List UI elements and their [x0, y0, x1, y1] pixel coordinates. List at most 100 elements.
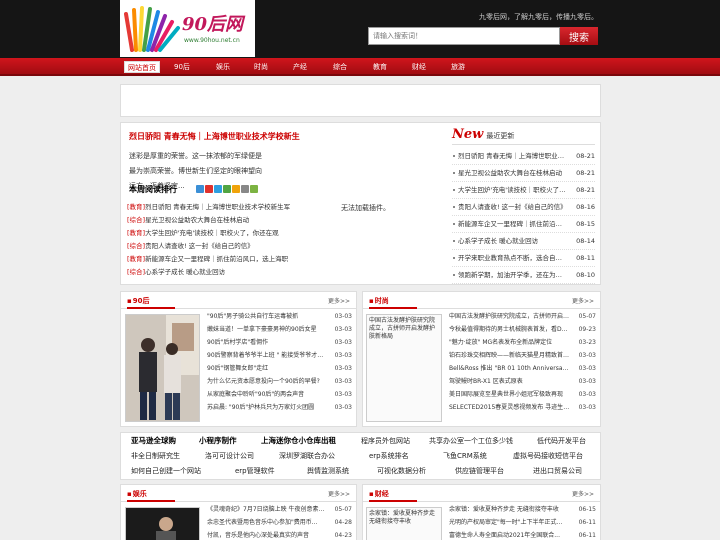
- list-item[interactable]: 烈日骄阳 青春无悔｜上海博世职业技术 08-21: [452, 148, 595, 165]
- plugin-placeholder: 无法加载插件。: [341, 204, 390, 212]
- nav-item-home[interactable]: 网站首页: [124, 61, 160, 73]
- links-row: 非全日制研究生 洛可可设计公司 深圳罗湖联合办公 erp系统排名 飞鱼CRM系统…: [121, 449, 602, 463]
- nav-item-finance[interactable]: 财经: [412, 61, 426, 73]
- link-item[interactable]: 可视化数据分析: [377, 464, 426, 478]
- links-row: 亚马逊全球购 小程序制作 上海迷你仓小仓库出租 程序员外包网站 共享办公室一个工…: [121, 434, 602, 448]
- list-item[interactable]: 《灵魂奇纪》7月7日烧脑上映 牛夜创意素命... 05-07: [207, 503, 352, 516]
- nav-item-education[interactable]: 教育: [373, 61, 387, 73]
- nav-item-general[interactable]: 综合: [333, 61, 347, 73]
- panel-photo[interactable]: [125, 314, 200, 422]
- link-item[interactable]: 小程序制作: [199, 434, 237, 448]
- link-item[interactable]: 洛可可设计公司: [205, 449, 254, 463]
- nav-item-fashion[interactable]: 时尚: [254, 61, 268, 73]
- link-item[interactable]: 非全日制研究生: [131, 449, 180, 463]
- link-item[interactable]: erp系统排名: [369, 449, 409, 463]
- search-form: 搜索: [368, 27, 598, 45]
- link-item[interactable]: 虚拟号码接收短信平台: [513, 449, 583, 463]
- list-item[interactable]: 从家庭聚会中聆听"90后"的两会声音 03-03: [207, 388, 352, 401]
- list-item[interactable]: 苏启晨: "90后"护林兵只为万家灯火团圆 03-03: [207, 401, 352, 414]
- top-section: 烈日骄阳 青春无悔｜上海博世职业技术学校新生 迷彩是厚重的荣誉。这一抹浓郁的军绿…: [120, 122, 601, 285]
- share-kaixin-icon[interactable]: [232, 185, 240, 193]
- list-item[interactable]: 为什么亿元资本愿意投向一个90后的早餐? 03-03: [207, 375, 352, 388]
- share-more-icon[interactable]: [241, 185, 249, 193]
- share-qzone-icon[interactable]: [196, 185, 204, 193]
- link-item[interactable]: 供应链管理平台: [455, 464, 504, 478]
- share-weibo-icon[interactable]: [205, 185, 213, 193]
- panel-photo[interactable]: [125, 507, 200, 540]
- main-nav-bar: 网站首页 90后 娱乐 时尚 产经 综合 教育 财经 旅游: [0, 58, 720, 76]
- rank-item[interactable]: [教育]大学生回炉'充电'读技校｜职校火了，你还在观: [127, 227, 327, 240]
- more-link[interactable]: 更多>>: [572, 296, 594, 305]
- list-item[interactable]: 驾驶鳗时BR-X1 区表式原表 03-03: [449, 375, 596, 388]
- list-item[interactable]: 富德生命人寿全面启动2021年全国联合... 06-11: [449, 529, 596, 540]
- list-item[interactable]: 铂石珍珠交相辉映——新临天猫星月精致首饰... 03-03: [449, 349, 596, 362]
- list-item[interactable]: 大学生回炉'充电'读技校｜职校火了，... 08-21: [452, 182, 595, 199]
- share-wechat-icon[interactable]: [250, 185, 258, 193]
- more-link[interactable]: 更多>>: [328, 296, 350, 305]
- rank-item[interactable]: [综合]贵阳人请查收! 这一封《给自己的信》: [127, 240, 327, 253]
- list-item[interactable]: 美日国际展览至星典世界小姐冠军极致再现 03-03: [449, 388, 596, 401]
- list-item[interactable]: "魅力·绽放" MG名表发布全新品牌定位 03-23: [449, 336, 596, 349]
- search-input[interactable]: [368, 27, 560, 45]
- link-item[interactable]: 亚马逊全球购: [131, 434, 176, 448]
- list-item[interactable]: 贵阳人请查收! 这一封《给自己的信》 08-16: [452, 199, 595, 216]
- link-item[interactable]: 深圳罗湖联合办公: [279, 449, 335, 463]
- rank-item[interactable]: [综合]星光卫视公益助农大舞台在桂林启动: [127, 214, 327, 227]
- list-item[interactable]: 今秋最值得期待的男士机械腕表首发，看Da... 09-23: [449, 323, 596, 336]
- list-item[interactable]: 余忠圣代表暨用色音乐中心参加"费用币... 04-28: [207, 516, 352, 529]
- link-item[interactable]: 如何自己创建一个网站: [131, 464, 201, 478]
- share-tqq-icon[interactable]: [214, 185, 222, 193]
- rank-item[interactable]: [综合]心系学子成长 暖心就业回访: [127, 266, 327, 279]
- list-item[interactable]: 心系学子成长 暖心就业回访 08-14: [452, 233, 595, 250]
- list-item[interactable]: Bell&Ross 推出 "BR 01 10th Anniversary"限..…: [449, 362, 596, 375]
- list-item[interactable]: 新能源车企又一里程碑｜抓住前沿风口 08-15: [452, 216, 595, 233]
- link-item[interactable]: 进出口贸易公司: [533, 464, 582, 478]
- panel-title: 时尚: [369, 296, 389, 306]
- search-button[interactable]: 搜索: [560, 27, 598, 45]
- nav-item-industry[interactable]: 产经: [293, 61, 307, 73]
- latest-updates-header: New 最近更新: [452, 127, 595, 145]
- list-item[interactable]: SELECTED2015春夏灵感视频发布 寻迹生命... 03-03: [449, 401, 596, 414]
- latest-updates-list: 烈日骄阳 青春无悔｜上海博世职业技术 08-21 星光卫视公益助农大舞台在桂林启动…: [452, 148, 595, 284]
- site-slogan: 九零后网，了解九零后，传播九零后。: [479, 13, 598, 21]
- more-link[interactable]: 更多>>: [328, 489, 350, 498]
- list-item[interactable]: 余家镇：爱收夏种齐步走 无缝衔接夺丰收 06-15: [449, 503, 596, 516]
- link-item[interactable]: 飞鱼CRM系统: [443, 449, 487, 463]
- panel-photo[interactable]: 中国古法发酵护肤研究院成立，古拼师开启发酵护肤新格局: [366, 314, 442, 422]
- link-item[interactable]: erp管理软件: [235, 464, 275, 478]
- sponsored-links: 亚马逊全球购 小程序制作 上海迷你仓小仓库出租 程序员外包网站 共享办公室一个工…: [120, 432, 601, 480]
- link-item[interactable]: 程序员外包网站: [361, 434, 410, 448]
- list-item[interactable]: 90后警察背着爷爷半上班 " 能接受爷爷才能当... 03-03: [207, 349, 352, 362]
- logo-hands-icon: 90后网 www.90hou.net.cn: [124, 6, 246, 52]
- list-item[interactable]: 星光卫视公益助农大舞台在桂林启动 08-21: [452, 165, 595, 182]
- panel-header: 财经 更多>>: [363, 485, 600, 502]
- rank-item[interactable]: [教育]烈日骄阳 青春无悔｜上海博世职业技术学校新生军: [127, 201, 327, 214]
- headline-link[interactable]: 烈日骄阳 青春无悔｜上海博世职业技术学校新生: [129, 131, 300, 142]
- panel-fashion: 时尚 更多>> 中国古法发酵护肤研究院成立，古拼师开启发酵护肤新格局 中国古法发…: [362, 291, 601, 427]
- list-item[interactable]: 中国古法发酵护肤研究院成立，古拼师开启发... 05-07: [449, 310, 596, 323]
- list-item[interactable]: 领跑新学期，加油开学季，还在为报考... 08-10: [452, 267, 595, 284]
- weekly-rank-title: 本周阅读排行: [129, 185, 177, 194]
- link-item[interactable]: 上海迷你仓小仓库出租: [261, 434, 336, 448]
- panel-list: 《灵魂奇纪》7月7日烧脑上映 牛夜创意素命... 05-07 余忠圣代表暨用色音乐…: [207, 503, 352, 540]
- list-item[interactable]: 光明的产权局审定"每一时"上下半年正式... 06-11: [449, 516, 596, 529]
- link-item[interactable]: 低代码开发平台: [537, 434, 586, 448]
- nav-item-90hou[interactable]: 90后: [174, 61, 190, 73]
- link-item[interactable]: 共享办公室一个工位多少钱: [429, 434, 513, 448]
- list-item[interactable]: 90后"后村学店"看佣作 03-03: [207, 336, 352, 349]
- list-item[interactable]: "90后"男子骑公共自行车运毒被抓 03-03: [207, 310, 352, 323]
- share-renren-icon[interactable]: [223, 185, 231, 193]
- list-item[interactable]: 嫩妹当道！一单拿下豪豪男神的90后女星 03-03: [207, 323, 352, 336]
- rank-item[interactable]: [教育]新能源车企又一里程碑｜抓住前沿风口，选上海职: [127, 253, 327, 266]
- nav-item-entertainment[interactable]: 娱乐: [216, 61, 230, 73]
- panel-photo[interactable]: 余家镇：爱收夏种齐步走 无缝衔接夺丰收: [366, 507, 442, 540]
- nav-item-travel[interactable]: 旅游: [451, 61, 465, 73]
- site-logo[interactable]: 90后网 www.90hou.net.cn: [120, 0, 255, 57]
- list-item[interactable]: 开学来职业教育热点不断，选合自己的... 08-11: [452, 250, 595, 267]
- site-header: 90后网 www.90hou.net.cn 九零后网，了解九零后，传播九零后。 …: [0, 0, 720, 58]
- list-item[interactable]: 90后"钢管舞女郎"走红 03-03: [207, 362, 352, 375]
- link-item[interactable]: 舆情监测系统: [307, 464, 349, 478]
- logo-url: www.90hou.net.cn: [184, 37, 240, 44]
- list-item[interactable]: 付凯，音乐是他内心深处最真实的声音 04-23: [207, 529, 352, 540]
- more-link[interactable]: 更多>>: [572, 489, 594, 498]
